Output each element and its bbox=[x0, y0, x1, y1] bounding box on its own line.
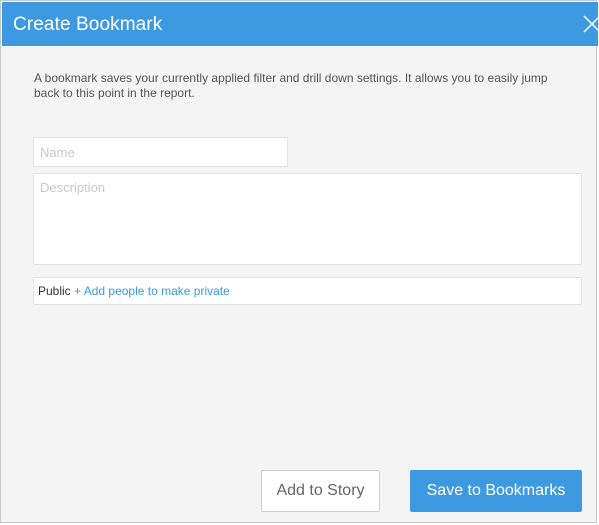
add-people-link[interactable]: Add people to make private bbox=[84, 284, 230, 298]
separator-plus: + bbox=[74, 284, 84, 298]
dialog-description: A bookmark saves your currently applied … bbox=[34, 71, 548, 100]
visibility-label: Public bbox=[38, 284, 71, 298]
access-row: Public + Add people to make private bbox=[33, 277, 582, 305]
add-to-story-button[interactable]: Add to Story bbox=[261, 470, 380, 512]
save-to-bookmarks-button[interactable]: Save to Bookmarks bbox=[410, 470, 582, 512]
dialog-header: Create Bookmark bbox=[2, 2, 599, 46]
dialog-title: Create Bookmark bbox=[13, 14, 163, 35]
close-button[interactable] bbox=[576, 8, 599, 40]
close-icon bbox=[583, 15, 599, 33]
create-bookmark-dialog: Create Bookmark A bookmark saves your cu… bbox=[0, 0, 599, 523]
bookmark-name-input[interactable] bbox=[33, 137, 288, 167]
bookmark-description-input[interactable] bbox=[33, 173, 582, 265]
